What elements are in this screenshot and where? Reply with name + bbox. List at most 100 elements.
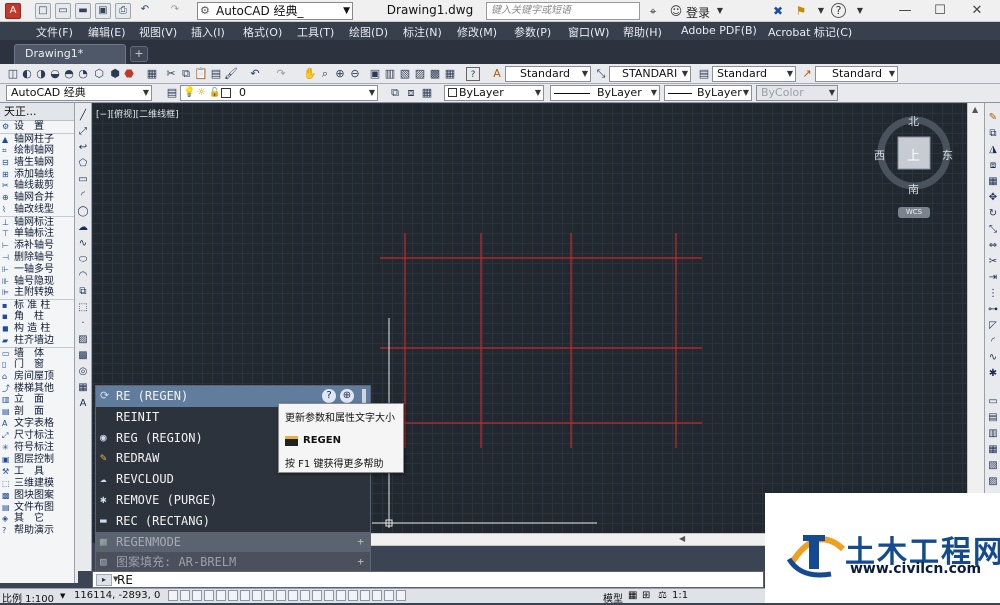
- hatch-icon[interactable]: ▨: [76, 333, 90, 347]
- blend-icon[interactable]: ∿: [986, 351, 1000, 365]
- dim-style-icon[interactable]: ⤡: [594, 67, 608, 81]
- compass-east[interactable]: 东: [942, 147, 953, 163]
- login-link[interactable]: 登录: [686, 4, 710, 21]
- redo-icon[interactable]: ↷: [167, 3, 183, 19]
- calculator-icon[interactable]: ▦: [443, 67, 457, 81]
- tool-item[interactable]: ◈ 其 它: [0, 513, 74, 525]
- help-icon[interactable]: ?: [466, 67, 480, 81]
- selection-cycling-toggle[interactable]: [396, 590, 406, 601]
- compass-west[interactable]: 西: [874, 147, 885, 163]
- spline-icon[interactable]: ∿: [76, 237, 90, 251]
- tool-item[interactable]: ▤ 文件布图: [0, 502, 74, 514]
- tool-item[interactable]: ▰ 柱齐墙边: [0, 335, 74, 347]
- mleader-style-select[interactable]: Standard ▼: [815, 66, 898, 82]
- minimize-button[interactable]: —: [890, 0, 920, 22]
- menu-adobe-pdf[interactable]: Adobe PDF(B): [681, 24, 757, 37]
- ortho-toggle[interactable]: [204, 590, 214, 601]
- workspace-switcher[interactable]: ⚙ AutoCAD 经典_ ▼: [197, 2, 353, 20]
- chevron-down-icon[interactable]: ▼: [712, 3, 728, 19]
- annotation-scale[interactable]: 1:1: [672, 590, 688, 601]
- region-icon[interactable]: ◎: [76, 365, 90, 379]
- menu-parametric[interactable]: 参数(P): [514, 24, 551, 40]
- suggestion-rectang[interactable]: ▬ REC (RECTANG): [96, 511, 370, 532]
- grid-icon[interactable]: ▦: [628, 590, 637, 601]
- tool-item[interactable]: A 文字表格: [0, 418, 74, 430]
- zoom-realtime-icon[interactable]: ⌕: [318, 67, 332, 81]
- save-icon[interactable]: ▣: [95, 3, 111, 19]
- undo-icon[interactable]: ↶: [248, 67, 262, 81]
- menu-help[interactable]: 帮助(H): [623, 24, 662, 40]
- polygon-icon[interactable]: ⬠: [76, 157, 90, 171]
- zoom-previous-icon[interactable]: ⊖: [348, 67, 362, 81]
- trim-icon[interactable]: ✂: [986, 255, 1000, 269]
- annomonitor-toggle[interactable]: [360, 590, 370, 601]
- menu-draw[interactable]: 绘图(D): [349, 24, 388, 40]
- tool-item[interactable]: ⊢ 添补轴号: [0, 240, 74, 252]
- make-current-icon[interactable]: ⧉: [388, 86, 402, 100]
- paste-special-icon[interactable]: ▤: [209, 67, 223, 81]
- 3dosnap-toggle[interactable]: [240, 590, 250, 601]
- dim-aligned-icon[interactable]: ▤: [986, 411, 1000, 425]
- insert-block-icon[interactable]: ⧉: [76, 285, 90, 299]
- pan-icon[interactable]: ✋: [303, 67, 317, 81]
- app-menu-button[interactable]: A: [5, 3, 21, 19]
- print-icon[interactable]: ⎙: [115, 3, 131, 19]
- osnap-toggle[interactable]: [228, 590, 238, 601]
- internet-search-icon[interactable]: ⊕: [340, 389, 354, 403]
- menu-tools[interactable]: 工具(T): [297, 24, 334, 40]
- markup-icon[interactable]: ▩: [428, 67, 442, 81]
- chevron-down-icon[interactable]: ▼: [813, 3, 829, 19]
- menu-edit[interactable]: 编辑(E): [88, 24, 126, 40]
- linetype-select[interactable]: ByLayer ▼: [550, 85, 660, 101]
- tpy-toggle[interactable]: [300, 590, 310, 601]
- wcs-menu[interactable]: WCS: [898, 207, 930, 218]
- explode-icon[interactable]: ✱: [986, 367, 1000, 381]
- view-right-icon[interactable]: ◒: [48, 67, 62, 81]
- dim-linear-icon[interactable]: ▭: [986, 395, 1000, 409]
- vertical-scrollbar[interactable]: ▲: [967, 103, 984, 543]
- revcloud-icon[interactable]: ☁: [76, 221, 90, 235]
- snap-icon[interactable]: ⊞: [642, 590, 650, 601]
- sheet-set-icon[interactable]: ▨: [413, 67, 427, 81]
- scroll-up-icon[interactable]: ▲: [972, 105, 978, 114]
- menu-format[interactable]: 格式(O): [243, 24, 282, 40]
- text-style-select[interactable]: Standard ▼: [505, 66, 591, 82]
- new-tab-button[interactable]: +: [130, 46, 148, 62]
- view-ne-icon[interactable]: ⬢: [108, 67, 122, 81]
- layer-state-icon[interactable]: ▦: [420, 86, 434, 100]
- open-folder-icon[interactable]: ▭: [55, 3, 71, 19]
- layer-previous-icon[interactable]: ⧈: [404, 86, 418, 100]
- redo-icon[interactable]: ↷: [274, 67, 288, 81]
- arc-icon[interactable]: ◜: [76, 189, 90, 203]
- tool-item[interactable]: ⚒ 工 具: [0, 466, 74, 478]
- scroll-left-icon[interactable]: ◀: [679, 534, 685, 543]
- table-icon[interactable]: ▦: [76, 381, 90, 395]
- maximize-button[interactable]: ☐: [925, 0, 955, 22]
- tool-item[interactable]: ⌇ 轴改线型: [0, 204, 74, 216]
- offset-icon[interactable]: ⧈: [986, 159, 1000, 173]
- menu-window[interactable]: 窗口(W): [568, 24, 609, 40]
- ellipse-arc-icon[interactable]: ◠: [76, 269, 90, 283]
- sc-toggle[interactable]: [324, 590, 334, 601]
- line-icon[interactable]: ╱: [76, 109, 90, 123]
- otrack-toggle[interactable]: [252, 590, 262, 601]
- rectangle-icon[interactable]: ▭: [76, 173, 90, 187]
- tool-item[interactable]: ⤴ 楼梯其他: [0, 383, 74, 395]
- suggestion-regenmode[interactable]: ▦ REGENMODE +: [96, 531, 370, 553]
- tool-item[interactable]: ✂ 轴线裁剪: [0, 180, 74, 192]
- menu-view[interactable]: 视图(V): [139, 24, 177, 40]
- extend-icon[interactable]: ⇥: [986, 271, 1000, 285]
- tool-item[interactable]: ⊪ 轴号隐现: [0, 276, 74, 288]
- view-left-icon[interactable]: ◑: [34, 67, 48, 81]
- coordinates-readout[interactable]: 116114, -2893, 0: [74, 590, 160, 601]
- dim-angular-icon[interactable]: ▦: [986, 443, 1000, 457]
- chevron-down-icon[interactable]: ▼: [852, 3, 868, 19]
- tool-item[interactable]: ⊥ 轴网标注: [0, 216, 74, 228]
- menu-insert[interactable]: 插入(I): [191, 24, 225, 40]
- units-toggle[interactable]: [372, 590, 382, 601]
- view-front-icon[interactable]: ◐: [20, 67, 34, 81]
- fillet-icon[interactable]: ◜: [986, 335, 1000, 349]
- polyline-icon[interactable]: ↩: [76, 141, 90, 155]
- snap-toggle[interactable]: [180, 590, 190, 601]
- erase-icon[interactable]: ✎: [986, 111, 1000, 125]
